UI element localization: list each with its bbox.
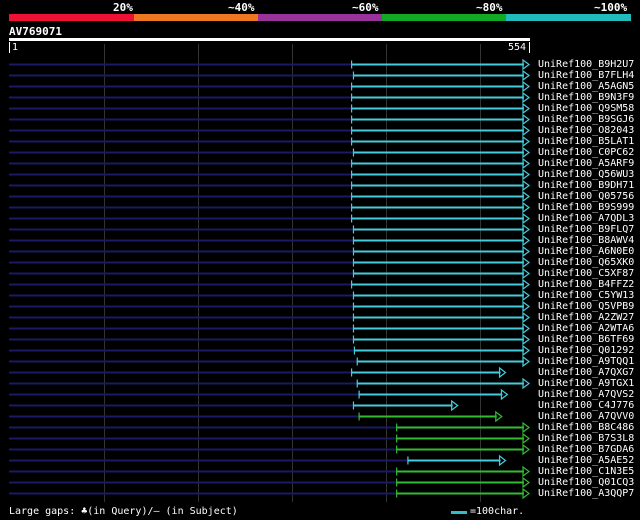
hit-label[interactable]: UniRef100_B8AWV4 <box>538 235 634 246</box>
hit-label[interactable]: UniRef100_C1N3E5 <box>538 466 634 477</box>
hit-label[interactable]: UniRef100_B9SGJ6 <box>538 114 634 125</box>
hit-label[interactable]: UniRef100_A2WTA6 <box>538 323 634 334</box>
hit-list: UniRef100_B9H2U7 UniRef100_B7FLH4 UniRef10… <box>0 0 640 520</box>
hit-label[interactable]: UniRef100_C5XF87 <box>538 268 634 279</box>
hit-label[interactable]: UniRef100_A3QQP7 <box>538 488 634 499</box>
hit-label[interactable]: UniRef100_A6N0E0 <box>538 246 634 257</box>
hit-label[interactable]: UniRef100_Q01CQ3 <box>538 477 634 488</box>
hit-label[interactable]: UniRef100_A5ARF9 <box>538 158 634 169</box>
hit-label[interactable]: UniRef100_A7QVV0 <box>538 411 634 422</box>
hit-label[interactable]: UniRef100_A2ZW27 <box>538 312 634 323</box>
hit-label[interactable]: UniRef100_A9TQQ1 <box>538 356 634 367</box>
hit-label[interactable]: UniRef100_B9H2U7 <box>538 59 634 70</box>
scale-legend-text: =100char. <box>470 506 525 517</box>
large-gaps-legend: Large gaps: ♣(in Query)/— (in Subject) <box>9 506 238 517</box>
hit-label[interactable]: UniRef100_B9FLQ7 <box>538 224 634 235</box>
hit-label[interactable]: UniRef100_B7GDA6 <box>538 444 634 455</box>
hit-label[interactable]: UniRef100_C4J776 <box>538 400 634 411</box>
hit-label[interactable]: UniRef100_B5LAT1 <box>538 136 634 147</box>
hit-label[interactable]: UniRef100_A9TGX1 <box>538 378 634 389</box>
hit-label[interactable]: UniRef100_A5AE52 <box>538 455 634 466</box>
hit-label[interactable]: UniRef100_Q05756 <box>538 191 634 202</box>
hit-label[interactable]: UniRef100_B4FFZ2 <box>538 279 634 290</box>
hit-label[interactable]: UniRef100_C0PC62 <box>538 147 634 158</box>
hit-label[interactable]: UniRef100_A7QXG7 <box>538 367 634 378</box>
hit-label[interactable]: UniRef100_O82043 <box>538 125 634 136</box>
hit-label[interactable]: UniRef100_B9S999 <box>538 202 634 213</box>
hit-label[interactable]: UniRef100_Q5VPB9 <box>538 301 634 312</box>
hit-label[interactable]: UniRef100_C5YW13 <box>538 290 634 301</box>
scale-legend-line <box>451 511 467 514</box>
hit-label[interactable]: UniRef100_B7S3L8 <box>538 433 634 444</box>
hit-label[interactable]: UniRef100_A7QDL3 <box>538 213 634 224</box>
hit-label[interactable]: UniRef100_Q9SM58 <box>538 103 634 114</box>
hit-label[interactable]: UniRef100_B9N3F9 <box>538 92 634 103</box>
hit-label[interactable]: UniRef100_B8C486 <box>538 422 634 433</box>
hit-label[interactable]: UniRef100_Q01292 <box>538 345 634 356</box>
hit-label[interactable]: UniRef100_B6TF69 <box>538 334 634 345</box>
hit-label[interactable]: UniRef100_B9DH71 <box>538 180 634 191</box>
hit-label[interactable]: UniRef100_Q56WU3 <box>538 169 634 180</box>
hit-label[interactable]: UniRef100_Q65XK0 <box>538 257 634 268</box>
hit-label[interactable]: UniRef100_B7FLH4 <box>538 70 634 81</box>
hit-label[interactable]: UniRef100_A5AGN5 <box>538 81 634 92</box>
hit-label[interactable]: UniRef100_A7QVS2 <box>538 389 634 400</box>
